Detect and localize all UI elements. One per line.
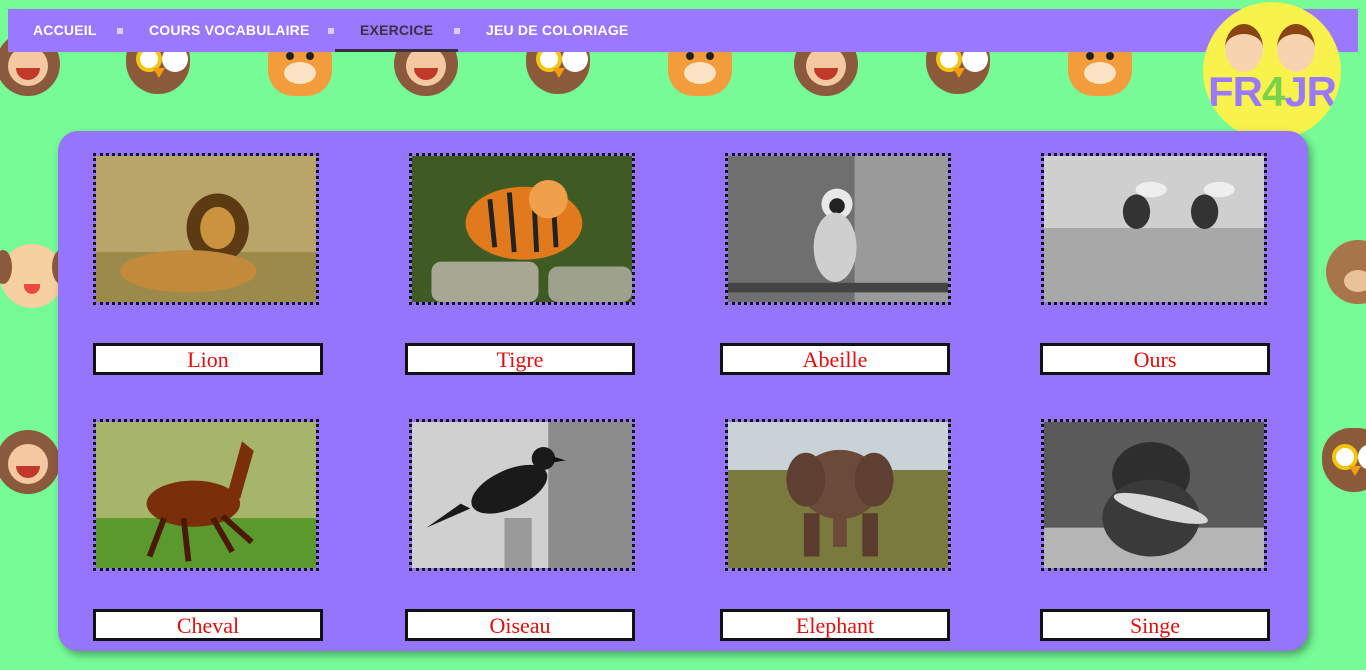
- monkey-face-icon: [0, 430, 60, 494]
- nav-separator: [328, 28, 334, 34]
- main-nav: ACCUEIL COURS VOCABULAIRE EXERCICE JEU D…: [8, 9, 1358, 52]
- nav-item-jeu-de-coloriage[interactable]: JEU DE COLORIAGE: [486, 9, 628, 52]
- answer-box-7[interactable]: Elephant: [720, 609, 950, 641]
- logo-text: FR4JR: [1207, 68, 1337, 115]
- nav-item-accueil[interactable]: ACCUEIL: [33, 9, 97, 52]
- tiger-image: [409, 153, 635, 305]
- answer-box-2[interactable]: Tigre: [405, 343, 635, 375]
- answer-box-1[interactable]: Lion: [93, 343, 323, 375]
- boy-face-icon: [1277, 24, 1315, 72]
- monkey-image: [725, 153, 951, 305]
- site-logo[interactable]: FR4JR: [1203, 2, 1341, 140]
- answer-box-4[interactable]: Ours: [1040, 343, 1270, 375]
- nav-item-cours-vocabulaire[interactable]: COURS VOCABULAIRE: [149, 9, 310, 52]
- bird-image: [409, 419, 635, 571]
- owl-face-icon: [1322, 428, 1366, 492]
- lion-image: [93, 153, 319, 305]
- bees-image: [1041, 153, 1267, 305]
- nav-separator: [117, 28, 123, 34]
- bear-image: [1041, 419, 1267, 571]
- answer-box-8[interactable]: Singe: [1040, 609, 1270, 641]
- dog-face-icon: [0, 244, 64, 308]
- answer-box-3[interactable]: Abeille: [720, 343, 950, 375]
- elephant-image: [725, 419, 951, 571]
- answer-box-5[interactable]: Cheval: [93, 609, 323, 641]
- exercise-panel: Lion Tigre Abeille Ours Cheval Oiseau El…: [58, 131, 1308, 651]
- girl-face-icon: [1225, 24, 1263, 72]
- nav-item-exercice[interactable]: EXERCICE: [335, 9, 459, 52]
- nav-separator: [454, 28, 460, 34]
- bear-face-icon: [1326, 240, 1366, 304]
- answer-box-6[interactable]: Oiseau: [405, 609, 635, 641]
- horse-image: [93, 419, 319, 571]
